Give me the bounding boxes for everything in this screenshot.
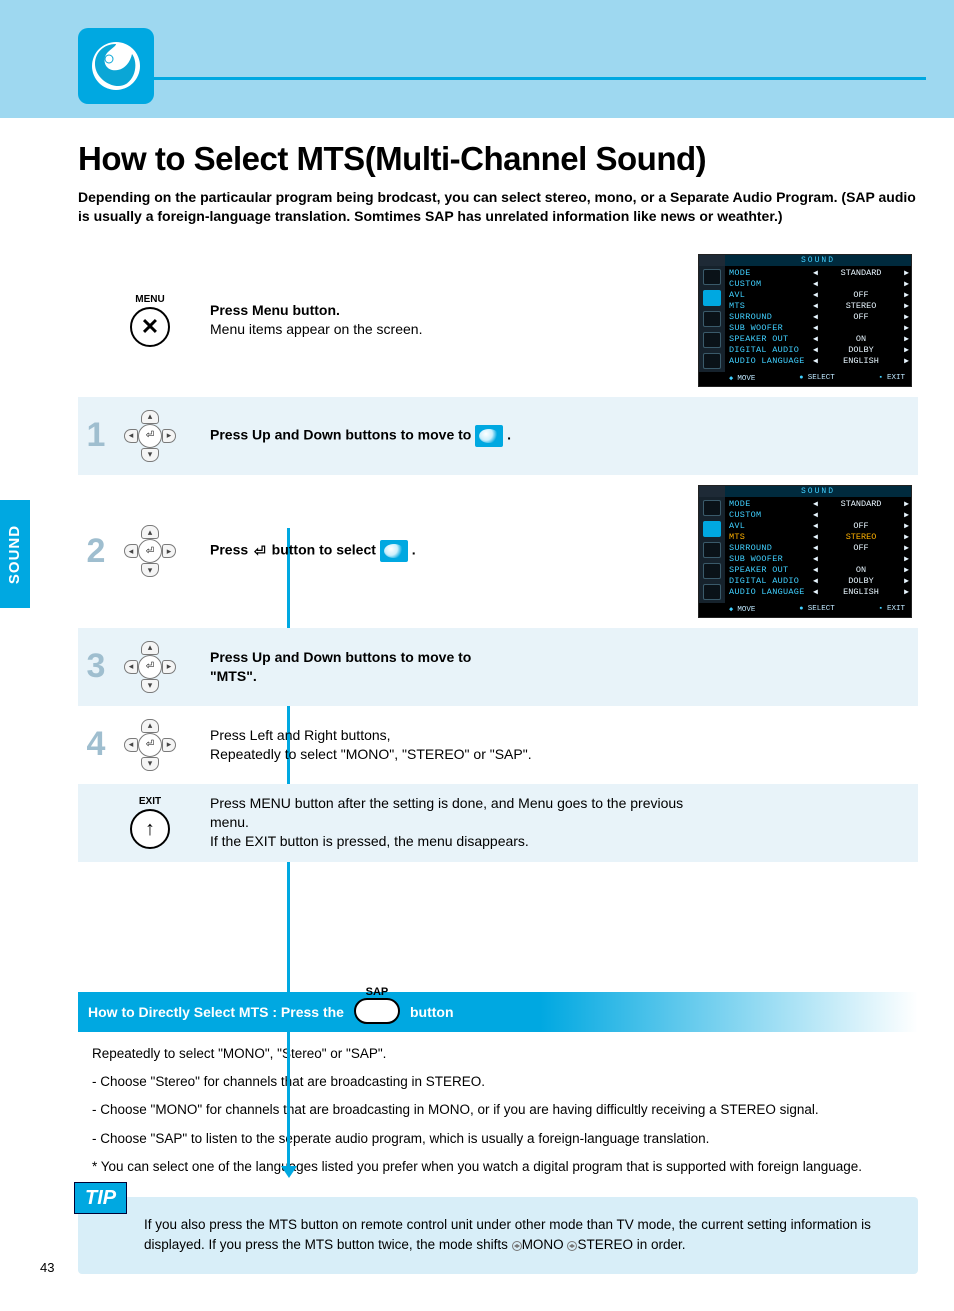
- page-title: How to Select MTS(Multi-Channel Sound): [78, 140, 918, 178]
- step-menu: MENU ✕ Press Menu button. Menu items app…: [78, 244, 918, 397]
- step4-t1: Press Left and Right buttons,: [210, 726, 692, 745]
- step-exit: EXIT ↑ Press MENU button after the setti…: [78, 784, 918, 862]
- exit-t2: If the EXIT button is pressed, the menu …: [210, 832, 692, 851]
- tip-flag: TIP: [74, 1183, 127, 1213]
- osd-panel-1: SOUND MODE◀STANDARD▶ CUSTOM◀ ▶ AVL◀OFF▶ …: [698, 254, 912, 387]
- step0-line2: Menu items appear on the screen.: [210, 320, 692, 339]
- step1-text: Press Up and Down buttons to move to: [210, 426, 471, 442]
- direct-text-2: button: [410, 1004, 454, 1020]
- step-1: 1 ▴▾◂▸⏎ Press Up and Down buttons to mov…: [78, 397, 918, 475]
- enter-icon: ⏎: [254, 542, 266, 561]
- direct-text-1: How to Directly Select MTS : Press the: [88, 1004, 344, 1020]
- menu-button-icon: ✕: [130, 307, 170, 347]
- note-1: - Choose "Stereo" for channels that are …: [92, 1072, 912, 1092]
- step-4: 4 ▴▾◂▸⏎ Press Left and Right buttons, Re…: [78, 706, 918, 784]
- menu-button-label: MENU: [135, 294, 164, 305]
- sap-button-icon: ▶▶: [354, 998, 400, 1024]
- step-number: 4: [78, 716, 114, 774]
- note-0: Repeatedly to select "MONO", "Stereo" or…: [92, 1044, 912, 1064]
- tip-t2: in order.: [637, 1237, 686, 1252]
- step-number: 1: [78, 407, 114, 465]
- header-band: [0, 0, 954, 118]
- step4-t2: Repeatedly to select "MONO", "STEREO" or…: [210, 745, 692, 764]
- note-2: - Choose "MONO" for channels that are br…: [92, 1100, 912, 1120]
- tip-t1: If you also press the MTS button on remo…: [144, 1217, 871, 1252]
- dpad-icon: ▴▾◂▸⏎: [124, 410, 176, 462]
- note-4: * You can select one of the languages li…: [92, 1157, 912, 1177]
- step-2: 2 ▴▾◂▸⏎ Press ⏎ button to select . SOUND: [78, 475, 918, 628]
- sound-chip-icon: [475, 425, 503, 447]
- intro-text: Depending on the particaular program bei…: [78, 188, 918, 226]
- exit-t1: Press MENU button after the setting is d…: [210, 794, 692, 832]
- sap-label: SAP: [366, 986, 389, 998]
- tip-box: TIP If you also press the MTS button on …: [78, 1197, 918, 1274]
- exit-button-icon: ↑: [130, 809, 170, 849]
- tip-stereo: STEREO: [577, 1237, 633, 1252]
- step-number: 2: [78, 485, 114, 618]
- step3-t1: Press Up and Down buttons to move to: [210, 648, 692, 667]
- note-3: - Choose "SAP" to listen to the seperate…: [92, 1129, 912, 1149]
- exit-button-label: EXIT: [139, 796, 161, 807]
- direct-select-bar: How to Directly Select MTS : Press the S…: [78, 992, 918, 1032]
- step0-line1: Press Menu button.: [210, 302, 340, 318]
- lr-arrows-icon: [567, 1241, 577, 1251]
- lr-arrows-icon: [512, 1241, 522, 1251]
- dpad-icon: ▴▾◂▸⏎: [124, 641, 176, 693]
- sound-chip-icon: [380, 540, 408, 562]
- step2-t1: Press: [210, 542, 252, 558]
- dpad-icon: ▴▾◂▸⏎: [124, 719, 176, 771]
- section-tab-sound: SOUND: [0, 500, 30, 608]
- section-tab-label: SOUND: [7, 524, 24, 583]
- tip-mono: MONO: [522, 1237, 568, 1252]
- step2-t2: button to select: [268, 542, 376, 558]
- dpad-icon: ▴▾◂▸⏎: [124, 525, 176, 577]
- sound-icon: [78, 28, 154, 104]
- page-number: 43: [40, 1260, 54, 1275]
- osd-panel-2: SOUND MODE◀STANDARD▶ CUSTOM◀ ▶ AVL◀OFF▶ …: [698, 485, 912, 618]
- step-number: 3: [78, 638, 114, 696]
- step-3: 3 ▴▾◂▸⏎ Press Up and Down buttons to mov…: [78, 628, 918, 706]
- step3-t2: "MTS".: [210, 667, 692, 686]
- notes-block: Repeatedly to select "MONO", "Stereo" or…: [78, 1032, 918, 1177]
- header-rule: [150, 77, 926, 80]
